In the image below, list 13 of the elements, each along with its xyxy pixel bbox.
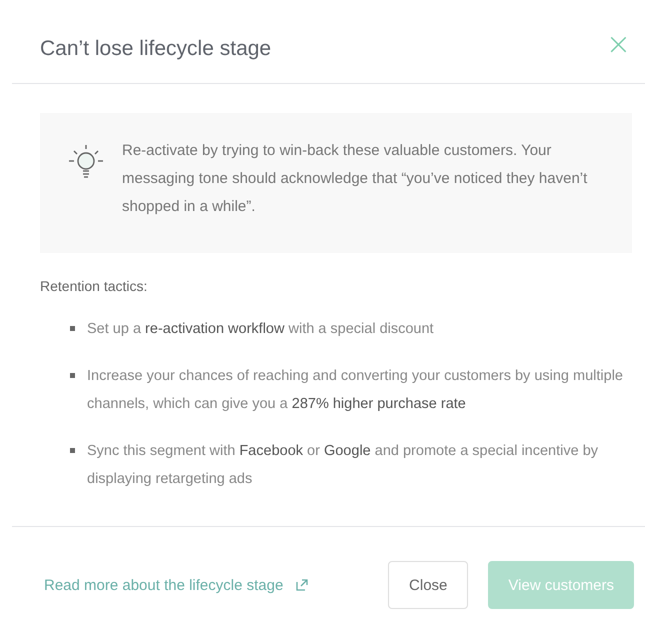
read-more-link[interactable]: Read more about the lifecycle stage — [44, 576, 284, 594]
bullet-icon — [70, 448, 75, 453]
tactic-text: Increase your chances of reaching and converting your customers by using multiple channels, which can give you a 287% higher purchase rate — [87, 367, 624, 414]
section-heading: Retention tactics: — [40, 278, 148, 294]
bullet-icon — [70, 326, 75, 331]
close-dialog-button[interactable]: Close — [388, 561, 468, 609]
close-button[interactable]: × — [602, 30, 635, 60]
bullet-icon — [70, 373, 75, 378]
dialog-title: Can’t lose lifecycle stage — [40, 36, 272, 60]
tactic-text: Sync this segment with Facebook or Google and promote a special incentive by displaying retargeting ads — [87, 442, 600, 489]
tip-text: Re-activate by trying to win-back these valuable customers. Your messaging tone should acknowledge that “you’ve noticed they haven’t shopped in a while”. — [122, 141, 588, 217]
tactic-text: Set up a re-activation workflow with a special discount — [87, 320, 434, 339]
external-link-icon — [296, 579, 308, 591]
